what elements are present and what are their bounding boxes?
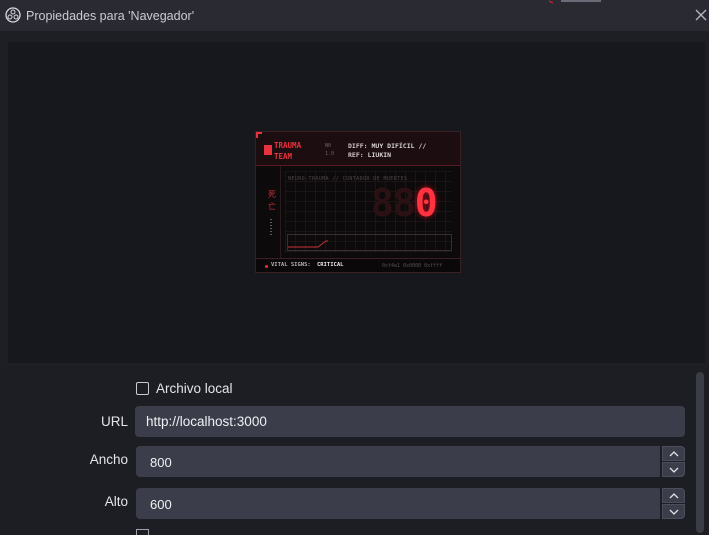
width-increment-button[interactable]: [662, 446, 685, 461]
widget-brand: TRAUMA TEAM: [274, 140, 314, 162]
chevron-up-icon: [669, 493, 679, 499]
height-value: 600: [150, 497, 172, 512]
height-input[interactable]: 600: [136, 488, 660, 519]
chevron-down-icon: [669, 467, 679, 473]
obs-logo-icon: [5, 7, 21, 23]
local-file-label[interactable]: Archivo local: [156, 381, 233, 396]
vital-indicator-icon: [265, 265, 268, 268]
height-label: Alto: [104, 494, 128, 509]
brand-line-2: TEAM: [274, 152, 293, 161]
local-file-checkbox[interactable]: [136, 382, 149, 395]
kanji-2: 亡: [268, 202, 276, 211]
vital-value: CRITICAL: [317, 262, 344, 268]
width-label: Ancho: [89, 452, 128, 467]
vital-label: VITAL SIGNS:: [271, 262, 311, 268]
window-title: Propiedades para 'Navegador': [26, 9, 195, 23]
background-window-edge: [549, 0, 601, 4]
partial-checkbox[interactable]: [136, 529, 149, 535]
side-ticks: [270, 219, 272, 237]
code-line-1: N0: [325, 143, 332, 149]
url-value: http://localhost:3000: [146, 414, 267, 429]
close-icon[interactable]: [694, 8, 708, 22]
properties-scrollbar[interactable]: [696, 372, 704, 533]
url-input[interactable]: http://localhost:3000: [135, 406, 685, 437]
kanji-1: 死: [268, 190, 276, 199]
url-label: URL: [100, 414, 128, 429]
ref-value: LIUKIN: [367, 151, 392, 159]
diff-key: DIFF:: [348, 142, 368, 150]
vital-graph-line: [288, 240, 328, 248]
title-bar: Propiedades para 'Navegador': [0, 0, 709, 31]
widget-meta: DIFF: MUY DIFÍCIL // REF: LIUKIN: [348, 142, 426, 160]
counter-value: 0: [414, 181, 438, 225]
diff-value: MUY DIFÍCIL //: [371, 142, 427, 150]
width-value: 800: [150, 455, 172, 470]
death-counter: 880: [371, 181, 438, 225]
chevron-up-icon: [669, 451, 679, 457]
width-stepper: [662, 446, 685, 477]
height-stepper: [662, 488, 685, 519]
height-increment-button[interactable]: [662, 488, 685, 503]
brand-line-1: TRAUMA: [274, 141, 302, 150]
counter-dim-digits: 88: [371, 181, 416, 225]
vital-graph: [287, 234, 452, 251]
width-input[interactable]: 800: [136, 446, 660, 477]
width-decrement-button[interactable]: [662, 462, 685, 477]
chevron-down-icon: [669, 509, 679, 515]
trauma-logo-icon: [264, 145, 272, 155]
widget-code: N0 1.0: [325, 142, 343, 158]
height-decrement-button[interactable]: [662, 504, 685, 519]
widget-hex: 0xf4a1 0x0000 0xffff: [382, 263, 443, 269]
ref-key: REF:: [348, 151, 364, 159]
code-line-2: 1.0: [325, 151, 335, 157]
death-kanji: 死 亡: [268, 189, 278, 213]
widget-corner-accent-vertical: [256, 132, 258, 138]
